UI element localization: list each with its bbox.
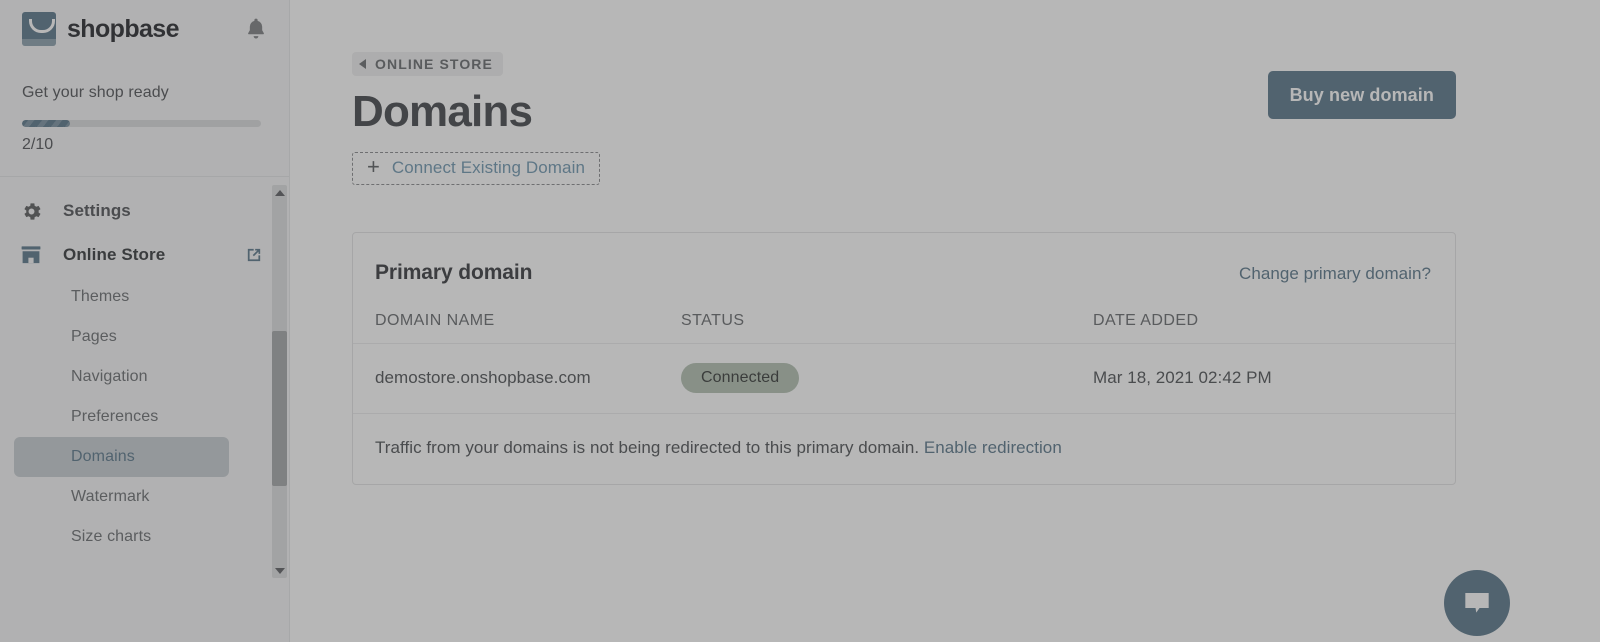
brand-name: shopbase (67, 14, 180, 43)
redirection-notice-text: Traffic from your domains is not being r… (375, 437, 920, 457)
cell-date-added: Mar 18, 2021 02:42 PM (1093, 368, 1272, 388)
column-header-date-added: DATE ADDED (1093, 311, 1199, 329)
main-inner: ONLINE STORE Domains + Connect Existing … (290, 26, 1528, 642)
card-title: Primary domain (375, 260, 533, 284)
buy-new-domain-button[interactable]: Buy new domain (1267, 71, 1456, 119)
sidebar-item-watermark-label: Watermark (71, 488, 150, 505)
sidebar-item-navigation[interactable]: Navigation (14, 357, 229, 397)
external-link-icon[interactable] (243, 244, 265, 266)
cell-domain-name: demostore.onshopbase.com (375, 368, 591, 388)
storefront-icon (18, 242, 44, 268)
breadcrumb-label: ONLINE STORE (375, 56, 493, 72)
table-row[interactable]: demostore.onshopbase.com Connected Mar 1… (353, 342, 1455, 413)
sidebar-item-online-store-label: Online Store (63, 245, 166, 264)
onboarding-progress-label: 2/10 (22, 136, 54, 153)
sidebar-item-preferences[interactable]: Preferences (14, 397, 229, 437)
sidebar-scrollbar-thumb[interactable] (272, 331, 287, 486)
brand-row: shopbase (0, 0, 289, 58)
onboarding-progress-fill (22, 120, 70, 127)
onboarding-progress-bar (22, 120, 261, 127)
sidebar-item-settings-label: Settings (63, 201, 131, 220)
gear-icon (18, 198, 44, 224)
status-badge: Connected (681, 363, 800, 394)
sidebar-item-online-store[interactable]: Online Store (0, 233, 265, 277)
chat-bubble-icon (1460, 585, 1494, 622)
breadcrumb[interactable]: ONLINE STORE (352, 52, 503, 76)
sidebar-item-pages[interactable]: Pages (14, 317, 229, 357)
connect-existing-domain-button[interactable]: + Connect Existing Domain (352, 151, 601, 185)
chevron-left-icon (359, 59, 366, 69)
shop-ready-title: Get your shop ready (22, 84, 169, 101)
shop-ready-panel: Get your shop ready 2/10 (0, 58, 289, 154)
sidebar-item-themes[interactable]: Themes (14, 277, 229, 317)
sidebar-item-navigation-label: Navigation (71, 368, 148, 385)
sidebar-item-domains[interactable]: Domains (14, 437, 229, 477)
chat-support-button[interactable] (1444, 570, 1510, 636)
enable-redirection-link[interactable]: Enable redirection (924, 438, 1062, 457)
sidebar-scrollbar[interactable] (272, 185, 287, 578)
column-header-domain-name: DOMAIN NAME (375, 311, 495, 329)
sidebar-item-pages-label: Pages (71, 328, 117, 345)
sidebar-item-watermark[interactable]: Watermark (14, 477, 229, 517)
bell-icon[interactable] (243, 16, 269, 42)
sidebar-item-domains-label: Domains (71, 448, 135, 465)
connect-existing-domain-label: Connect Existing Domain (391, 158, 586, 178)
domains-table: DOMAIN NAME STATUS DATE ADDED demostore.… (353, 285, 1455, 413)
column-header-status: STATUS (681, 311, 745, 329)
caret-up-icon[interactable] (272, 185, 287, 200)
sidebar-nav-group: Settings Online Store Themes Pages Navig… (0, 189, 289, 557)
shopbase-logo-icon[interactable] (22, 12, 56, 46)
table-header-row: DOMAIN NAME STATUS DATE ADDED (353, 285, 1455, 343)
change-primary-domain-link[interactable]: Change primary domain? (1239, 264, 1431, 284)
sidebar: shopbase Get your shop ready 2/10 Settin… (0, 0, 290, 642)
app-root: shopbase Get your shop ready 2/10 Settin… (0, 0, 1600, 642)
sidebar-item-size-charts-label: Size charts (71, 528, 152, 545)
sidebar-item-size-charts[interactable]: Size charts (14, 517, 229, 557)
sidebar-item-settings[interactable]: Settings (0, 189, 265, 233)
primary-domain-card: Primary domain Change primary domain? DO… (352, 231, 1456, 485)
plus-icon: + (367, 154, 380, 180)
primary-domain-card-header: Primary domain Change primary domain? (353, 233, 1455, 285)
caret-down-icon[interactable] (272, 563, 287, 578)
sidebar-item-preferences-label: Preferences (71, 408, 159, 425)
sidebar-item-themes-label: Themes (71, 288, 130, 305)
redirection-notice: Traffic from your domains is not being r… (353, 412, 1455, 484)
main-content: ONLINE STORE Domains + Connect Existing … (290, 0, 1600, 642)
sidebar-nav: Settings Online Store Themes Pages Navig… (0, 177, 289, 642)
cell-status: Connected (681, 363, 1093, 394)
